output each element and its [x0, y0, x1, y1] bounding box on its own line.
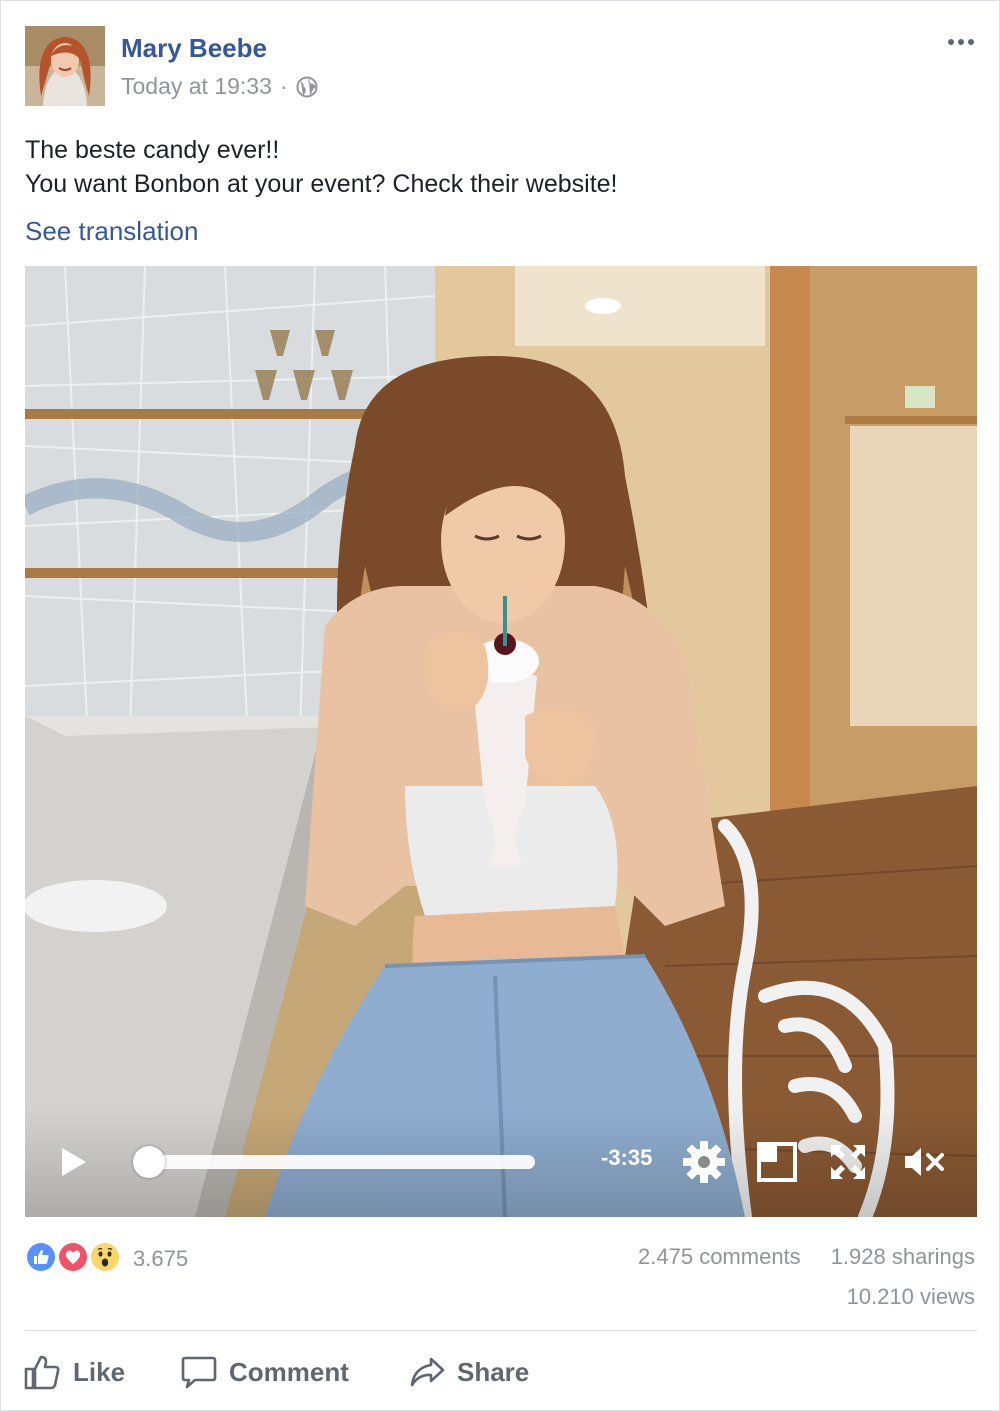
like-button[interactable]: Like — [23, 1351, 125, 1393]
progress-scrubber[interactable] — [133, 1146, 165, 1178]
muted-icon[interactable] — [903, 1143, 945, 1181]
like-reaction-icon — [25, 1241, 61, 1277]
wow-reaction-icon — [89, 1241, 125, 1277]
remaining-time: -3:35 — [601, 1145, 653, 1170]
divider — [25, 1330, 977, 1331]
post-text: The beste candy ever!! You want Bonbon a… — [25, 133, 618, 201]
globe-icon — [296, 76, 318, 98]
meta-separator: · — [279, 73, 288, 99]
see-translation-link[interactable]: See translation — [25, 216, 198, 247]
comments-count-link[interactable]: 2.475 comments — [638, 1244, 801, 1269]
sharings-count-link[interactable]: 1.928 sharings — [831, 1244, 975, 1269]
share-button[interactable]: Share — [409, 1351, 529, 1393]
miniplayer-icon[interactable] — [756, 1141, 798, 1183]
post-card: Mary Beebe Today at 19:33 · The beste ca… — [0, 0, 1000, 1411]
play-icon[interactable] — [59, 1145, 89, 1179]
love-reaction-icon — [57, 1241, 93, 1277]
post-text-line: The beste candy ever!! — [25, 136, 280, 164]
comment-button[interactable]: Comment — [181, 1351, 349, 1393]
views-count: 10.210 views — [846, 1284, 975, 1309]
thumbs-up-icon — [24, 1355, 60, 1390]
avatar-image — [25, 26, 105, 106]
progress-bar[interactable] — [133, 1146, 535, 1178]
post-timestamp[interactable]: Today at 19:33 — [121, 73, 272, 100]
fullscreen-icon[interactable] — [829, 1143, 867, 1181]
like-label: Like — [73, 1356, 126, 1387]
comment-icon — [181, 1356, 217, 1389]
video-player[interactable]: -3:35 — [25, 266, 977, 1217]
author-name[interactable]: Mary Beebe — [121, 33, 267, 64]
gear-icon[interactable] — [681, 1139, 727, 1185]
share-label: Share — [457, 1356, 530, 1387]
video-controls: -3:35 — [25, 1107, 977, 1217]
avatar[interactable] — [25, 26, 105, 106]
reaction-count: 3.675 — [133, 1246, 189, 1271]
post-text-line: You want Bonbon at your event? Check the… — [25, 170, 618, 198]
post-meta: Today at 19:33 · — [121, 73, 318, 100]
engagement-stats: 2.475 comments 1.928 sharings — [638, 1244, 975, 1270]
reactions-summary[interactable]: 3.675 — [25, 1241, 188, 1277]
comment-label: Comment — [229, 1356, 349, 1387]
video-frame — [25, 266, 977, 1217]
more-options-icon[interactable] — [945, 27, 977, 57]
share-icon — [410, 1357, 445, 1387]
